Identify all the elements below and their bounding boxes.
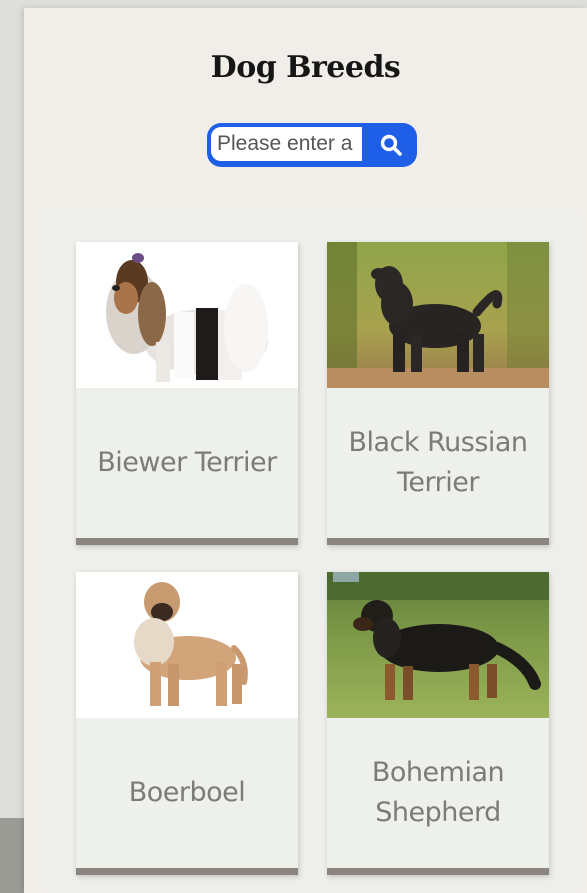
card-bottom-bar bbox=[327, 868, 549, 875]
card-bottom-bar bbox=[76, 538, 298, 545]
breed-card-black-russian-terrier[interactable]: Black Russian Terrier bbox=[327, 242, 549, 545]
breed-grid: Biewer Terrier Black Russian Terrier Boe… bbox=[41, 208, 581, 893]
main-panel: Dog Breeds Please enter a Biewer Terrier… bbox=[24, 8, 587, 893]
breed-card-biewer-terrier[interactable]: Biewer Terrier bbox=[76, 242, 298, 545]
dog-photo-biewer-terrier bbox=[76, 242, 298, 388]
breed-card-boerboel[interactable]: Boerboel bbox=[76, 572, 298, 875]
breed-name: Black Russian Terrier bbox=[348, 427, 528, 498]
search-button[interactable] bbox=[365, 123, 417, 167]
search-bar bbox=[207, 123, 417, 167]
dog-photo-bohemian-shepherd bbox=[327, 572, 549, 718]
card-bottom-bar bbox=[327, 538, 549, 545]
page-title: Dog Breeds bbox=[210, 50, 401, 85]
breed-name: Biewer Terrier bbox=[97, 447, 277, 478]
search-input[interactable] bbox=[211, 127, 362, 161]
breed-name: Bohemian Shepherd bbox=[371, 757, 505, 828]
card-bottom-bar bbox=[76, 868, 298, 875]
dog-photo-boerboel bbox=[76, 572, 298, 718]
search-icon bbox=[380, 134, 402, 156]
breed-card-bohemian-shepherd[interactable]: Bohemian Shepherd bbox=[327, 572, 549, 875]
breed-name: Boerboel bbox=[128, 777, 246, 808]
dog-photo-black-russian-terrier bbox=[327, 242, 549, 388]
